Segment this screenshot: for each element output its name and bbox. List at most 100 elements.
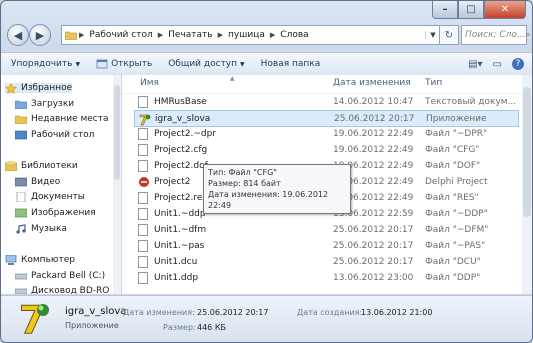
file-type: Файл "DCU" bbox=[425, 256, 481, 267]
nav-label: Изображения bbox=[31, 208, 96, 218]
details-name: igra_v_slova bbox=[65, 306, 127, 317]
address-bar[interactable]: ▶ Рабочий стол ▶ Печатать ▶ пушица ▶ Сло… bbox=[61, 25, 441, 45]
organize-button[interactable]: Упорядочить ▼ bbox=[1, 59, 86, 69]
refresh-button[interactable]: ↻ bbox=[439, 25, 459, 45]
file-icon bbox=[138, 224, 148, 236]
nav-label: Музыка bbox=[31, 224, 67, 234]
file-name: Unit1.~dfm bbox=[154, 224, 207, 235]
nav-label: Загрузки bbox=[31, 99, 75, 109]
nav-documents[interactable]: Документы bbox=[15, 191, 85, 203]
tooltip-size: Размер: 814 байт bbox=[208, 179, 281, 188]
file-date: 25.06.2012 20:17 bbox=[333, 240, 414, 251]
list-scrollbar[interactable] bbox=[522, 75, 532, 294]
details-modified-value: 25.06.2012 20:17 bbox=[197, 308, 269, 317]
search-input[interactable]: Поиск: Сло... ⌕ bbox=[461, 25, 531, 45]
help-icon[interactable]: ? bbox=[512, 58, 524, 70]
column-type[interactable]: Тип bbox=[425, 78, 442, 88]
nav-computer[interactable]: Компьютер bbox=[5, 254, 75, 265]
details-created-label: Дата создания: bbox=[297, 308, 363, 317]
details-size-value: 446 КБ bbox=[197, 323, 226, 332]
file-name: Unit1.ddp bbox=[154, 272, 199, 283]
new-folder-label: Новая папка bbox=[260, 59, 321, 69]
file-row[interactable]: Project2.~dpr 19.06.2012 22:49 Файл "~DPR" bbox=[134, 126, 517, 141]
file-row[interactable]: 7 igra_v_slova 25.06.2012 20:17 Приложение bbox=[134, 110, 519, 129]
nav-desktop[interactable]: Рабочий стол bbox=[14, 130, 94, 140]
file-type: Приложение bbox=[426, 113, 487, 124]
search-placeholder: Поиск: Сло... bbox=[465, 30, 526, 40]
open-button[interactable]: Открыть bbox=[86, 59, 158, 69]
nav-pictures[interactable]: Изображения bbox=[14, 208, 96, 218]
breadcrumb-item[interactable]: Печатать bbox=[165, 30, 215, 40]
nav-downloads[interactable]: Загрузки bbox=[14, 99, 75, 110]
file-date: 19.06.2012 22:49 bbox=[333, 128, 414, 139]
file-icon bbox=[138, 96, 148, 108]
nav-drive-bd[interactable]: Дисковод BD-RO bbox=[14, 286, 109, 294]
file-name: Project2.cfg bbox=[154, 144, 208, 155]
nav-scrollbar-thumb[interactable] bbox=[114, 85, 120, 180]
file-name: Project2.res bbox=[154, 192, 208, 203]
nav-drive-c[interactable]: Packard Bell (C:) bbox=[14, 271, 106, 281]
nav-recent[interactable]: Недавние места bbox=[14, 114, 109, 125]
details-pane: 7 igra_v_slova Приложение Дата изменения… bbox=[1, 295, 532, 342]
refresh-icon: ↻ bbox=[444, 29, 454, 41]
explorer-window: – □ ✕ ◀ ▶ ▶ Рабочий стол ▶ Печатать ▶ пу… bbox=[0, 0, 533, 343]
file-icon bbox=[138, 272, 148, 284]
breadcrumb-separator-icon: ▶ bbox=[217, 31, 223, 39]
nav-label: Избранное bbox=[21, 83, 73, 93]
star-icon bbox=[4, 82, 18, 94]
organize-label: Упорядочить bbox=[11, 59, 73, 69]
minimize-button[interactable]: – bbox=[432, 1, 458, 19]
details-created-value: 13.06.2012 21:00 bbox=[361, 308, 433, 317]
file-row[interactable]: Unit1.ddp 13.06.2012 23:00 Файл "DDP" bbox=[134, 270, 517, 285]
forward-arrow-icon: ▶ bbox=[35, 28, 45, 42]
nav-libraries[interactable]: Библиотеки bbox=[4, 161, 78, 172]
tooltip-type: Тип: Файл "CFG" bbox=[208, 168, 277, 177]
video-icon bbox=[14, 177, 28, 187]
delphi-project-icon bbox=[138, 176, 149, 188]
caption-buttons: – □ ✕ bbox=[432, 1, 526, 19]
new-folder-button[interactable]: Новая папка bbox=[251, 59, 327, 69]
file-date: 25.06.2012 20:17 bbox=[334, 113, 415, 124]
breadcrumb-item[interactable]: Слова bbox=[277, 30, 311, 40]
file-icon bbox=[138, 144, 148, 156]
file-row[interactable]: Unit1.~pas 25.06.2012 20:17 Файл "~PAS" bbox=[134, 238, 517, 253]
nav-scrollbar[interactable] bbox=[113, 75, 121, 294]
share-label: Общий доступ bbox=[168, 59, 238, 69]
file-type: Файл "~DPR" bbox=[425, 128, 488, 139]
column-date[interactable]: Дата изменения bbox=[333, 78, 411, 88]
column-name[interactable]: Имя bbox=[140, 78, 159, 88]
nav-music[interactable]: Музыка bbox=[15, 224, 67, 234]
file-row[interactable]: Unit1.~dfm 25.06.2012 20:17 Файл "~DFM" bbox=[134, 222, 517, 237]
list-scrollbar-thumb[interactable] bbox=[523, 87, 531, 217]
nav-favorites[interactable]: Избранное bbox=[4, 82, 73, 94]
breadcrumb-item[interactable]: пушица bbox=[225, 30, 268, 40]
share-button[interactable]: Общий доступ ▼ bbox=[158, 59, 250, 69]
maximize-button[interactable]: □ bbox=[458, 1, 484, 19]
address-dropdown-icon[interactable]: ▼ bbox=[425, 31, 440, 39]
open-label: Открыть bbox=[111, 59, 153, 69]
file-row[interactable]: Project2.cfg 19.06.2012 22:49 Файл "CFG" bbox=[134, 142, 517, 157]
file-type: Файл "~PAS" bbox=[425, 240, 486, 251]
preview-pane-icon[interactable]: ▭ bbox=[493, 59, 502, 70]
file-icon bbox=[138, 240, 148, 252]
breadcrumb-separator-icon: ▶ bbox=[269, 31, 276, 39]
details-size-label: Размер: bbox=[163, 323, 196, 332]
forward-button[interactable]: ▶ bbox=[29, 24, 51, 46]
file-name: Unit1.dcu bbox=[154, 256, 198, 267]
file-type: Текстовый докум... bbox=[425, 96, 517, 107]
nav-label: Видео bbox=[31, 177, 61, 187]
breadcrumb-item[interactable]: Рабочий стол bbox=[86, 30, 155, 40]
nav-video[interactable]: Видео bbox=[14, 177, 61, 187]
folder-icon bbox=[64, 30, 78, 41]
file-name: Project2.~dpr bbox=[154, 128, 217, 139]
close-button[interactable]: ✕ bbox=[484, 1, 526, 19]
view-mode-icon[interactable]: ▤▾ bbox=[468, 59, 482, 70]
desktop-icon bbox=[14, 130, 28, 140]
file-row[interactable]: Unit1.dcu 25.06.2012 20:17 Файл "DCU" bbox=[134, 254, 517, 269]
sort-arrow-icon: ▲ bbox=[230, 75, 235, 82]
file-icon bbox=[138, 256, 148, 268]
file-row[interactable]: HMRusBase 14.06.2012 10:47 Текстовый докум… bbox=[134, 94, 517, 109]
back-button[interactable]: ◀ bbox=[7, 24, 29, 46]
nav-label: Packard Bell (C:) bbox=[31, 271, 106, 281]
application-icon: 7 bbox=[139, 113, 151, 129]
